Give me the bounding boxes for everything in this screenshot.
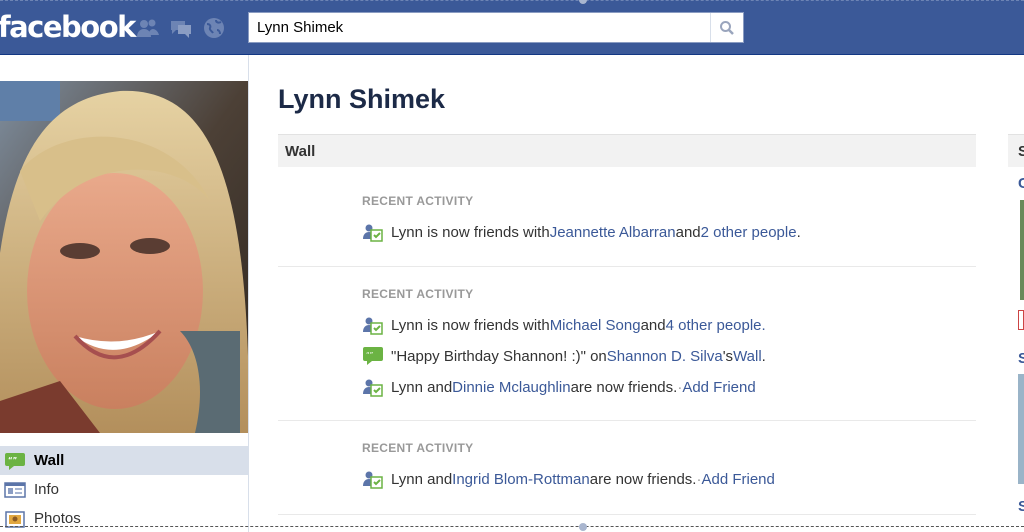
- right-column-icon: [1018, 310, 1024, 330]
- line-text: .: [796, 223, 801, 241]
- wall-post-icon: “”: [363, 347, 383, 365]
- line-text: Lynn is now friends with: [391, 223, 550, 241]
- friends-icon: [363, 379, 383, 397]
- search-button[interactable]: [710, 13, 743, 42]
- friends-icon: [363, 471, 383, 489]
- profile-picture[interactable]: [0, 81, 249, 433]
- right-column-header: S: [1008, 134, 1024, 167]
- jewel-icons: [136, 17, 226, 39]
- wall-link[interactable]: Wall: [733, 348, 762, 365]
- friends-icon: [363, 224, 383, 242]
- search-input[interactable]: [249, 13, 711, 42]
- nav-item-photos[interactable]: Photos: [0, 504, 248, 532]
- activity-line: “” "Happy Birthday Shannon! :)" on Shann…: [362, 346, 766, 366]
- activity-line: Lynn is now friends with Michael Song an…: [362, 315, 766, 335]
- line-text: 's: [722, 347, 734, 365]
- friend-link[interactable]: Michael Song: [550, 317, 641, 334]
- friend-link[interactable]: Dinnie Mclaughlin: [452, 379, 570, 396]
- messages-icon[interactable]: [169, 17, 193, 39]
- resize-handle-bottom[interactable]: [579, 523, 587, 531]
- profile-name: Lynn Shimek: [278, 84, 446, 114]
- other-people-link[interactable]: 4 other people.: [666, 317, 766, 334]
- add-friend-link[interactable]: Add Friend: [682, 379, 755, 396]
- activity-line: Lynn is now friends with Jeannette Albar…: [362, 222, 801, 242]
- activity-story: RECENT ACTIVITY Lynn is now friends with…: [278, 267, 976, 421]
- profile-left-nav: “” Wall Info Photos: [0, 446, 248, 532]
- nav-item-label: Wall: [34, 452, 65, 469]
- notifications-icon[interactable]: [202, 17, 226, 39]
- nav-item-label: Photos: [34, 510, 81, 527]
- line-text: "Happy Birthday Shannon! :)" on: [391, 347, 607, 365]
- right-column: S C S S: [1008, 134, 1024, 532]
- wall-icon: “”: [5, 452, 25, 470]
- facebook-logo[interactable]: facebook: [0, 10, 136, 44]
- friend-requests-icon[interactable]: [136, 17, 160, 39]
- other-people-link[interactable]: 2 other people: [701, 224, 797, 241]
- activity-line: Lynn and Dinnie Mclaughlin are now frien…: [362, 377, 756, 397]
- activity-story: RECENT ACTIVITY Lynn and Ingrid Blom-Rot…: [278, 421, 976, 515]
- right-column-thumbnail[interactable]: [1020, 200, 1024, 300]
- info-icon: [4, 481, 26, 498]
- search-icon: [720, 20, 734, 35]
- resize-handle-top[interactable]: [579, 0, 587, 4]
- right-column-link[interactable]: S: [1018, 498, 1024, 515]
- nav-item-info[interactable]: Info: [0, 475, 248, 504]
- activity-story: RECENT ACTIVITY Lynn is now friends with…: [278, 167, 976, 267]
- svg-text:“”: “”: [366, 351, 373, 359]
- wall-header-label: Wall: [285, 143, 316, 160]
- column-divider: [248, 55, 249, 532]
- line-text: and: [675, 223, 701, 241]
- right-column-link[interactable]: S: [1018, 350, 1024, 367]
- story-label: RECENT ACTIVITY: [362, 194, 474, 208]
- right-column-link[interactable]: C: [1018, 175, 1024, 192]
- friend-link[interactable]: Shannon D. Silva: [607, 348, 723, 365]
- search-box: [248, 12, 744, 43]
- friends-icon: [363, 317, 383, 335]
- activity-line: Lynn and Ingrid Blom-Rottman are now fri…: [362, 469, 775, 489]
- line-text: and: [640, 316, 666, 334]
- line-text: Lynn and: [391, 470, 453, 488]
- friend-link[interactable]: Jeannette Albarran: [550, 224, 676, 241]
- line-text: Lynn and: [391, 378, 453, 396]
- add-friend-link[interactable]: Add Friend: [701, 471, 774, 488]
- line-text: are now friends.: [570, 378, 678, 396]
- line-text: are now friends.: [589, 470, 697, 488]
- svg-text:“”: “”: [8, 456, 17, 464]
- friend-link[interactable]: Ingrid Blom-Rottman: [452, 471, 590, 488]
- line-text: Lynn is now friends with: [391, 316, 550, 334]
- story-label: RECENT ACTIVITY: [362, 441, 474, 455]
- nav-item-wall[interactable]: “” Wall: [0, 446, 248, 475]
- nav-item-label: Info: [34, 481, 60, 498]
- profile-photo-image: [0, 81, 249, 433]
- selection-border-bottom: [0, 526, 1024, 527]
- top-bar: facebook: [0, 0, 1024, 55]
- story-label: RECENT ACTIVITY: [362, 287, 474, 301]
- line-text: .: [761, 347, 766, 365]
- right-column-thumbnail[interactable]: [1018, 374, 1024, 484]
- wall-section-header: Wall: [278, 134, 976, 167]
